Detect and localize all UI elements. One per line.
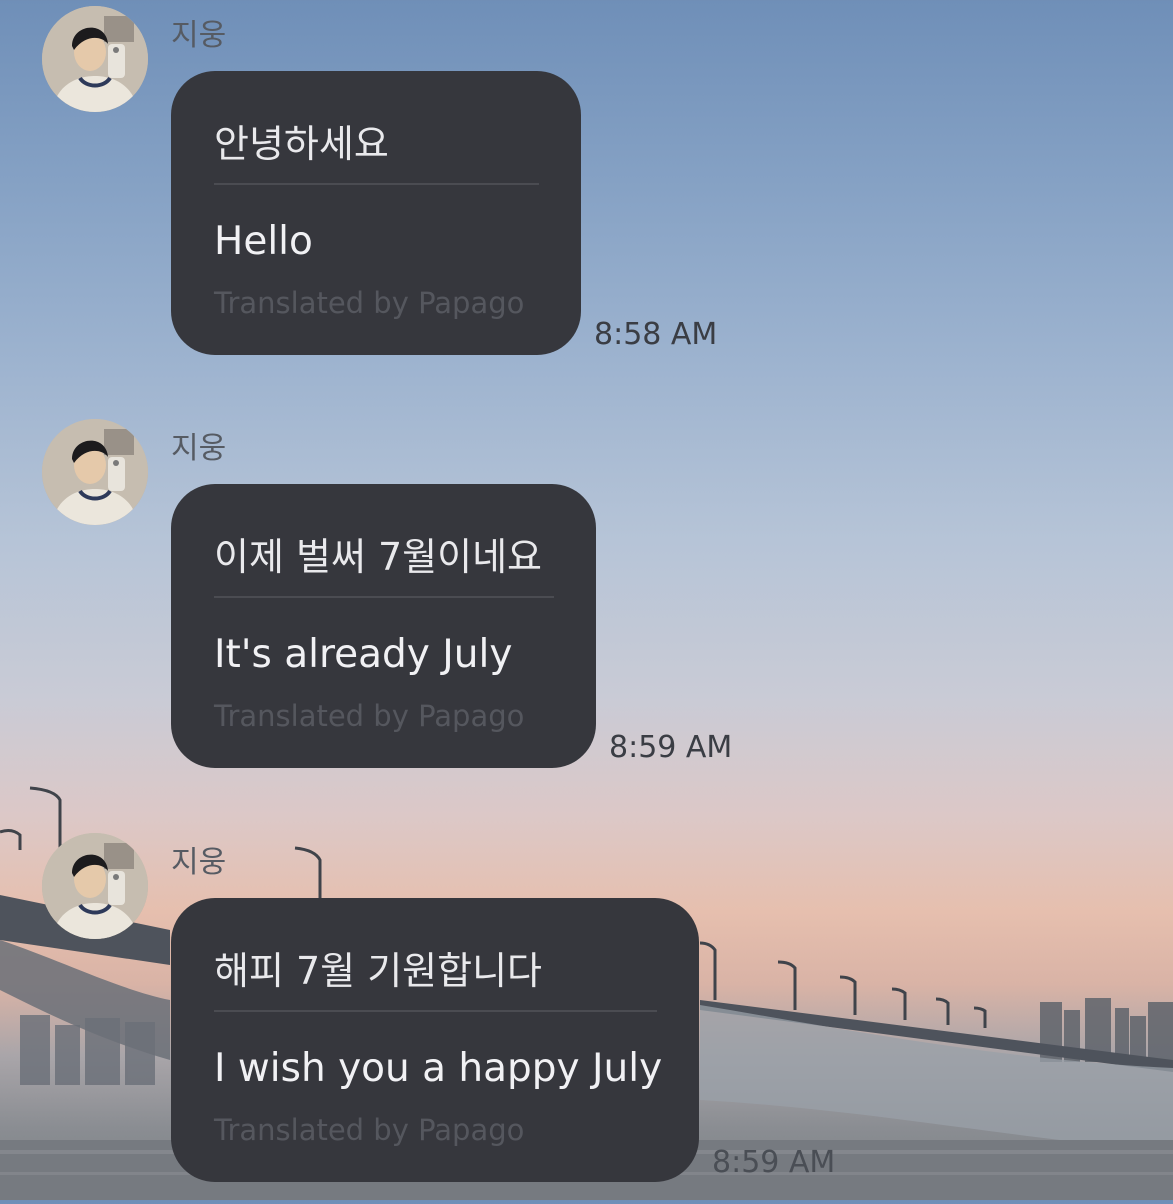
sender-name: 지웅 <box>171 18 227 53</box>
original-text: 안녕하세요 <box>214 122 389 166</box>
profile-photo-icon <box>42 6 148 112</box>
avatar[interactable] <box>42 419 148 525</box>
timestamp: 8:59 AM <box>712 1145 836 1180</box>
translated-text: Hello <box>214 219 313 264</box>
translated-text: I wish you a happy July <box>214 1046 663 1091</box>
message-bubble[interactable]: 안녕하세요 Hello Translated by Papago <box>171 71 581 355</box>
translated-text: It's already July <box>214 632 513 677</box>
original-text: 해피 7월 기원합니다 <box>214 949 543 993</box>
avatar[interactable] <box>42 833 148 939</box>
profile-photo-icon <box>42 833 148 939</box>
timestamp: 8:58 AM <box>594 317 718 352</box>
divider <box>214 1010 657 1012</box>
divider <box>214 183 539 185</box>
timestamp: 8:59 AM <box>609 730 733 765</box>
profile-photo-icon <box>42 419 148 525</box>
sender-name: 지웅 <box>171 845 227 880</box>
sender-name: 지웅 <box>171 431 227 466</box>
message-bubble[interactable]: 해피 7월 기원합니다 I wish you a happy July Tran… <box>171 898 699 1182</box>
translation-credit: Translated by Papago <box>214 699 525 733</box>
original-text: 이제 벌써 7월이네요 <box>214 535 543 579</box>
divider <box>214 596 554 598</box>
translation-credit: Translated by Papago <box>214 286 525 320</box>
message-bubble[interactable]: 이제 벌써 7월이네요 It's already July Translated… <box>171 484 596 768</box>
translation-credit: Translated by Papago <box>214 1113 525 1147</box>
avatar[interactable] <box>42 6 148 112</box>
